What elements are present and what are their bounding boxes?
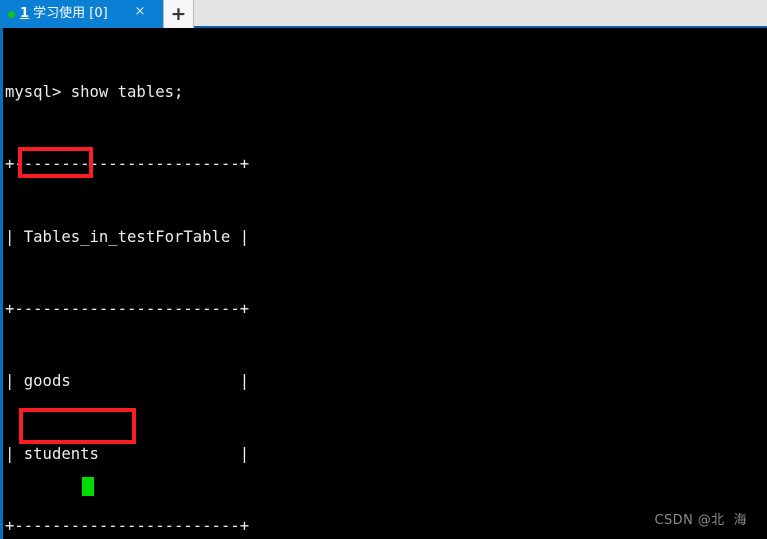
terminal-cursor (82, 477, 94, 496)
new-tab-button[interactable]: + (163, 0, 194, 28)
terminal-body[interactable]: mysql> show tables; +-------------------… (0, 28, 767, 539)
tab-bar: 1 学习使用 [0] × + (0, 0, 767, 28)
terminal-window: 1 学习使用 [0] × + mysql> show tables; +----… (0, 0, 767, 539)
tab-bar-empty-space (194, 0, 767, 26)
terminal-line: +------------------------+ (5, 155, 250, 174)
terminal-line: | students | (5, 444, 250, 463)
green-status-dot-icon (8, 10, 15, 18)
tab-number: 1 (20, 6, 30, 21)
tab-title: 学习使用 [0] (29, 6, 108, 21)
terminal-line: | Tables_in_testForTable | (5, 227, 250, 246)
terminal-line: | goods | (5, 372, 250, 391)
watermark: CSDN @北 海 (654, 513, 747, 528)
terminal-output: mysql> show tables; +-------------------… (5, 32, 343, 539)
tab-learning-use[interactable]: 1 学习使用 [0] × (0, 0, 163, 28)
terminal-line: mysql> show tables; (5, 83, 184, 102)
terminal-line: +------------------------+ (5, 516, 250, 535)
close-icon[interactable]: × (133, 5, 147, 19)
terminal-line: +------------------------+ (5, 300, 250, 319)
tab-label: 1 学习使用 [0] (20, 0, 108, 28)
